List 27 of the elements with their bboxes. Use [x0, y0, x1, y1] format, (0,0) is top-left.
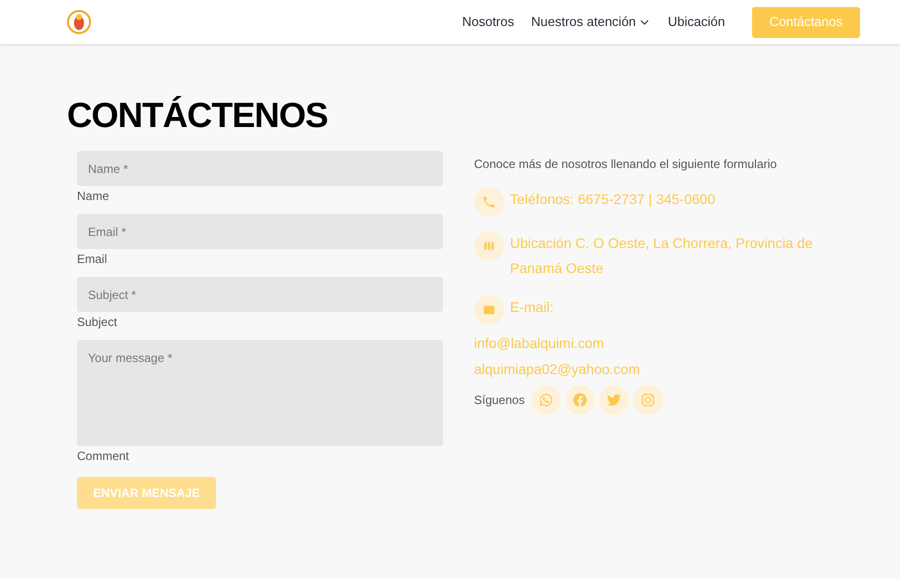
instagram-icon[interactable] [632, 385, 663, 415]
nav-link[interactable]: Ubicación [668, 12, 725, 32]
email-link[interactable]: info@labalquimi.com [474, 333, 834, 354]
field-label: Name [77, 188, 110, 205]
text-field[interactable]: Subject * [77, 277, 443, 312]
contact-text: E-mail: [510, 298, 554, 317]
logo-icon[interactable] [66, 9, 92, 35]
email-link[interactable]: alquimiapa02@yahoo.com [474, 359, 834, 380]
nav-link[interactable]: Nosotros [462, 12, 514, 32]
map-icon [474, 231, 504, 261]
follow-label: Síguenos [474, 392, 525, 409]
field-label: Comment [77, 448, 130, 465]
field-label: Subject [77, 314, 118, 331]
twitter-icon[interactable] [598, 385, 629, 415]
message-field[interactable]: Your message * [77, 340, 443, 446]
phone-icon [474, 187, 504, 217]
page-heading: CONTÁCTENOS [67, 98, 329, 133]
text-field[interactable]: Name * [77, 151, 443, 186]
facebook-icon[interactable] [564, 385, 595, 415]
field-label: Email [77, 251, 108, 268]
whatsapp-icon[interactable] [530, 385, 561, 415]
intro-text: Conoce más de nosotros llenando el siguiente formulario [474, 156, 778, 173]
contact-button[interactable]: Contáctanos [752, 6, 860, 38]
contact-text: Teléfonos: 6675-2737 | 345-0600 [510, 190, 716, 209]
nav-link[interactable]: Nuestros atención [531, 12, 651, 32]
text-field[interactable]: Email * [77, 214, 443, 249]
contact-text: Ubicación C. O Oeste, La Chorrera, Provincia de Panamá Oeste [510, 234, 814, 278]
